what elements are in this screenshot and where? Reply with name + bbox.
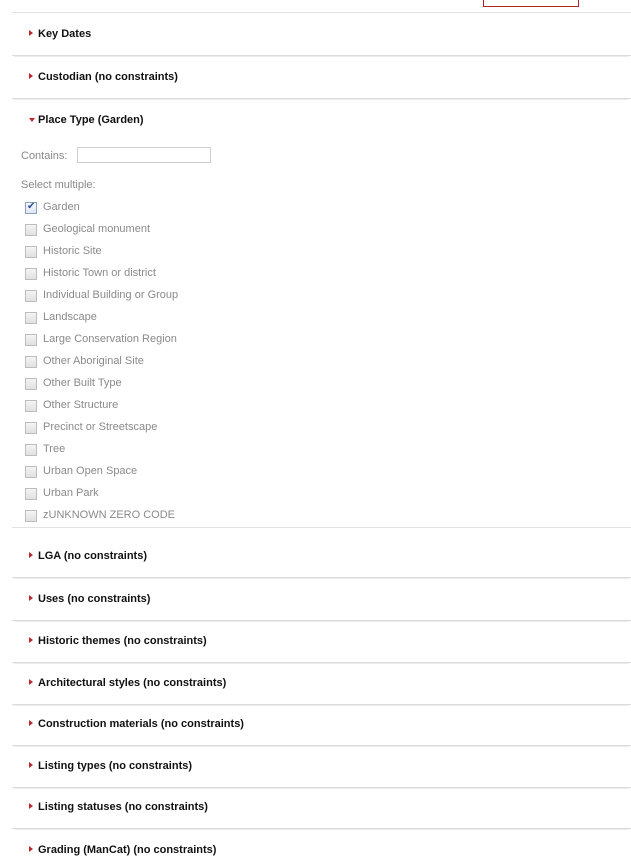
checkbox-unchecked[interactable]: [25, 422, 37, 434]
checkbox-unchecked[interactable]: [25, 466, 37, 478]
contains-label: Contains:: [21, 150, 68, 162]
caret-right-icon: [29, 30, 33, 36]
panel-label: Listing statuses (no constraints): [38, 801, 208, 813]
option-label: Precinct or Streetscape: [43, 421, 158, 433]
panel-label: LGA (no constraints): [38, 550, 147, 562]
panel-header-uses[interactable]: Uses (no constraints): [12, 578, 631, 621]
panel-label: Custodian (no constraints): [38, 71, 178, 83]
caret-right-icon: [29, 73, 33, 79]
caret-down-icon: [29, 118, 35, 122]
contains-input[interactable]: [77, 147, 211, 163]
panel-label: Uses (no constraints): [38, 593, 151, 605]
checkbox-unchecked[interactable]: [25, 378, 37, 390]
panel-header-listing-statuses[interactable]: Listing statuses (no constraints): [12, 786, 631, 829]
panel-header-historic-themes[interactable]: Historic themes (no constraints): [12, 620, 631, 663]
panel-label: Listing types (no constraints): [38, 760, 193, 772]
panel-header-architectural-styles[interactable]: Architectural styles (no constraints): [12, 662, 631, 705]
panel-header-key-dates[interactable]: Key Dates: [12, 13, 631, 56]
checkbox-unchecked[interactable]: [25, 444, 37, 456]
option-label: Geological monument: [43, 223, 151, 235]
caret-right-icon: [29, 595, 33, 601]
option-label: Large Conservation Region: [43, 333, 177, 345]
panel-header-lga[interactable]: LGA (no constraints): [12, 535, 631, 578]
checkbox-unchecked[interactable]: [25, 510, 37, 522]
checkbox-unchecked[interactable]: [25, 356, 37, 368]
caret-right-icon: [29, 637, 33, 643]
checkbox-unchecked[interactable]: [25, 400, 37, 412]
checkbox-unchecked[interactable]: [25, 246, 37, 258]
panel-label: Key Dates: [38, 28, 92, 40]
panel-header-custodian[interactable]: Custodian (no constraints): [12, 56, 631, 99]
option-label: Landscape: [43, 311, 97, 323]
search-filters-page: Key Dates Custodian (no constraints) Pla…: [0, 0, 631, 863]
option-label: Garden: [43, 201, 80, 213]
option-label: Historic Town or district: [43, 267, 156, 279]
caret-right-icon: [29, 762, 33, 768]
panel-label: Grading (ManCat) (no constraints): [38, 844, 217, 856]
caret-right-icon: [29, 846, 33, 852]
caret-right-icon: [29, 552, 33, 558]
checkbox-unchecked[interactable]: [25, 488, 37, 500]
option-label: Urban Park: [43, 487, 99, 499]
checkbox-unchecked[interactable]: [25, 312, 37, 324]
checkbox-unchecked[interactable]: [25, 290, 37, 302]
panel-header-listing-types[interactable]: Listing types (no constraints): [12, 745, 631, 788]
option-label: Tree: [43, 443, 66, 455]
caret-right-icon: [29, 803, 33, 809]
panel-label: Architectural styles (no constraints): [38, 677, 227, 689]
option-label: Other Built Type: [43, 377, 122, 389]
option-label: Individual Building or Group: [43, 289, 179, 301]
option-label: Other Structure: [43, 399, 119, 411]
top-partial-button[interactable]: [483, 0, 579, 7]
caret-right-icon: [29, 679, 33, 685]
caret-right-icon: [29, 720, 33, 726]
checkbox-unchecked[interactable]: [25, 334, 37, 346]
open-panel-divider: [12, 527, 631, 528]
option-label: zUNKNOWN ZERO CODE: [43, 509, 175, 521]
select-multiple-label: Select multiple:: [21, 179, 96, 191]
panel-header-place-type[interactable]: Place Type (Garden): [12, 99, 631, 141]
option-label: Urban Open Space: [43, 465, 138, 477]
panel-label: Construction materials (no constraints): [38, 718, 244, 730]
checkmark-icon: ✔: [27, 201, 36, 212]
option-label: Historic Site: [43, 245, 102, 257]
checkbox-unchecked[interactable]: [25, 224, 37, 236]
panel-header-grading[interactable]: Grading (ManCat) (no constraints): [12, 829, 631, 863]
panel-label: Place Type (Garden): [38, 114, 144, 126]
option-label: Other Aboriginal Site: [43, 355, 144, 367]
panel-header-construction-materials[interactable]: Construction materials (no constraints): [12, 703, 631, 746]
checkbox-unchecked[interactable]: [25, 268, 37, 280]
panel-label: Historic themes (no constraints): [38, 635, 207, 647]
checkbox-checked[interactable]: ✔: [25, 201, 37, 214]
